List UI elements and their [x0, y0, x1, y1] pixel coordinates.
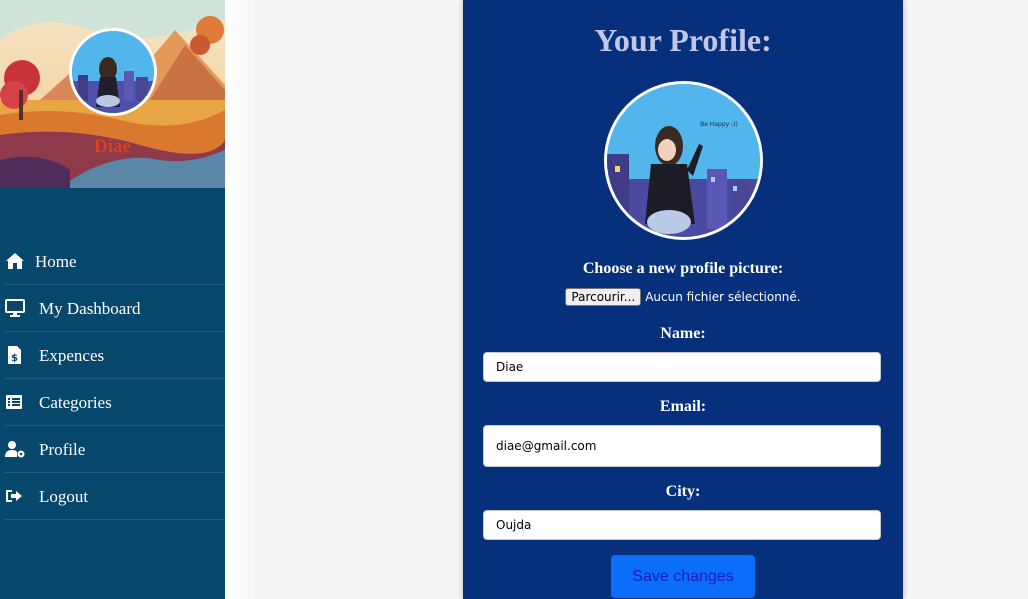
- file-status: Aucun fichier sélectionné.: [645, 290, 801, 304]
- email-label: Email:: [659, 398, 707, 415]
- sidebar-item-logout[interactable]: Logout: [5, 473, 225, 520]
- sidebar-item-label: My Dashboard: [39, 299, 141, 318]
- name-label: Name:: [660, 325, 706, 342]
- sidebar-item-label: Profile: [39, 440, 86, 459]
- sidebar: Diae Home My Dashboard $ Expences Catego…: [0, 0, 225, 599]
- sidebar-item-dashboard[interactable]: My Dashboard: [5, 285, 225, 332]
- page-title: Your Profile:: [594, 22, 772, 58]
- content-edge: [225, 0, 261, 599]
- home-icon: [6, 253, 24, 269]
- logout-icon: [6, 490, 22, 502]
- svg-text:$: $: [11, 353, 18, 364]
- sidebar-item-label: Categories: [39, 393, 112, 412]
- picture-label: Choose a new profile picture:: [582, 260, 784, 277]
- list-icon: [6, 395, 22, 409]
- sidebar-item-label: Logout: [39, 487, 89, 506]
- sidebar-item-categories[interactable]: Categories: [5, 379, 225, 426]
- avatar-illustration: [72, 31, 154, 113]
- browse-button[interactable]: Parcourir...: [565, 288, 642, 306]
- user-gear-icon: [5, 441, 25, 458]
- file-picker-row: Parcourir... Aucun fichier sélectionné.: [463, 288, 903, 306]
- profile-banner: Diae: [0, 0, 225, 188]
- invoice-dollar-icon: $: [8, 346, 21, 364]
- name-field[interactable]: [483, 352, 881, 382]
- profile-illustration: Be Happy :)): [607, 84, 760, 237]
- picture-caption: Be Happy :)): [700, 121, 738, 128]
- sidebar-item-label: Expences: [39, 346, 105, 365]
- sidebar-nav: Home My Dashboard $ Expences Categories …: [0, 238, 225, 520]
- profile-card: Your Profile: Be Happy :)) Choose a new …: [463, 0, 903, 599]
- city-label: City:: [665, 483, 701, 500]
- banner-user-name: Diae: [94, 136, 131, 157]
- city-field[interactable]: [483, 510, 881, 540]
- avatar-small: [69, 28, 157, 116]
- sidebar-item-expences[interactable]: $ Expences: [5, 332, 225, 379]
- profile-picture: Be Happy :)): [604, 81, 763, 240]
- sidebar-item-home[interactable]: Home: [5, 238, 225, 285]
- sidebar-item-label: Home: [35, 252, 77, 271]
- monitor-icon: [5, 299, 25, 317]
- sidebar-item-profile[interactable]: Profile: [5, 426, 225, 473]
- email-field[interactable]: [483, 425, 881, 467]
- save-changes-button[interactable]: Save changes: [611, 555, 755, 598]
